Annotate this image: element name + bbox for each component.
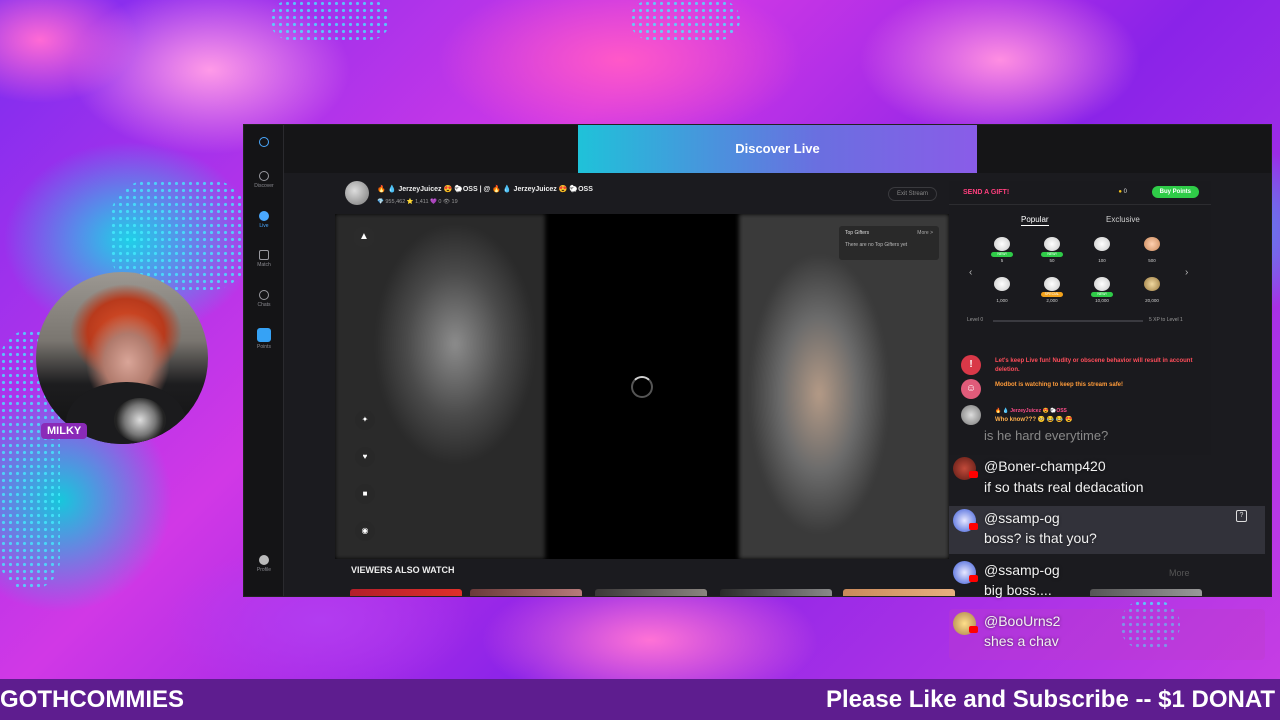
nav-live[interactable]: Live — [244, 211, 284, 229]
nav-points[interactable]: Points — [244, 328, 284, 350]
chat-message: @BooUrns2 shes a chav — [949, 609, 1265, 660]
coin-balance: ● 0 — [1118, 189, 1127, 195]
webcam-feed — [36, 272, 208, 444]
gift-icon — [1144, 237, 1160, 251]
chat-message: @Boner-champ420 if so thats real dedacat… — [949, 454, 1265, 504]
youtube-icon — [969, 523, 978, 530]
points-icon — [257, 328, 271, 342]
youtube-icon — [969, 626, 978, 633]
gift-icon — [1094, 237, 1110, 251]
streamer-name[interactable]: 🔥 💧 JerzeyJuicez 😍 🐑OSS | @ 🔥 💧 JerzeyJu… — [377, 185, 593, 193]
stream-header: 🔥 💧 JerzeyJuicez 😍 🐑OSS | @ 🔥 💧 JerzeyJu… — [335, 177, 949, 213]
stream-thumbnail[interactable] — [470, 589, 582, 596]
report-warning-icon[interactable]: ▲ — [353, 226, 375, 248]
bottom-ticker: GOTHCOMMIES Please Like and Subscribe --… — [0, 679, 1280, 720]
gift-icon — [994, 277, 1010, 291]
coin-icon: ● — [1118, 189, 1122, 195]
gift-item[interactable]: NEW! 50 — [1037, 237, 1067, 271]
stream-thumbnail[interactable] — [350, 589, 462, 596]
top-gifters-empty: There are no Top Gifters yet — [845, 242, 908, 248]
gift-icon — [1044, 277, 1060, 291]
level-left-label: Level 0 — [967, 317, 984, 323]
top-gifters-more-link[interactable]: More > — [917, 230, 933, 236]
gift-panel-header: SEND A GIFT! ● 0 Buy Points — [949, 181, 1211, 205]
cards-icon — [259, 250, 269, 260]
viewers-also-watch-heading: VIEWERS ALSO WATCH — [351, 565, 455, 575]
blurred-video-left — [335, 214, 545, 559]
nav-discover[interactable]: Discover — [244, 171, 284, 189]
report-icon[interactable]: ? — [1236, 510, 1247, 522]
gift-item[interactable]: 20,000 — [1137, 277, 1167, 311]
tab-exclusive[interactable]: Exclusive — [1106, 215, 1140, 224]
gift-icon — [1094, 277, 1110, 291]
chat-message: @ssamp-og big boss.... — [949, 558, 1265, 606]
webcam-name-label: MILKY — [41, 423, 88, 439]
gift-item[interactable]: 1,000 — [987, 277, 1017, 311]
youtube-icon — [969, 471, 978, 478]
nav-profile[interactable]: Profile — [244, 555, 284, 573]
app-logo-icon[interactable] — [244, 137, 284, 149]
gift-icon — [1144, 277, 1160, 291]
chat-text: big boss.... — [984, 582, 1052, 598]
xp-icon[interactable]: ✦ — [355, 410, 375, 430]
recommended-streams-row — [350, 589, 1202, 596]
top-gifters-box: Top Gifters More > There are no Top Gift… — [839, 226, 939, 260]
play-icon — [259, 211, 269, 221]
chat-username: @ssamp-og — [984, 510, 1060, 526]
chat-overlay: @Boner-champ420 if so thats real dedacat… — [949, 420, 1265, 660]
chat-username: @BooUrns2 — [984, 613, 1061, 629]
heart-icon[interactable]: ♥ — [355, 447, 375, 467]
tab-popular[interactable]: Popular — [1021, 215, 1049, 226]
gift-item[interactable]: NEW! 5 — [987, 237, 1017, 271]
chat-text: shes a chav — [984, 633, 1059, 649]
chevron-left-icon[interactable]: ‹ — [969, 267, 972, 278]
loading-spinner-icon — [631, 376, 653, 398]
xp-progress: Level 0 5 XP to Level 1 — [967, 317, 1197, 325]
youtube-icon — [969, 575, 978, 582]
chat-username: @ssamp-og — [984, 562, 1060, 578]
gift-item[interactable]: NEW! 10,000 — [1087, 277, 1117, 311]
xp-progress-bar — [993, 320, 1143, 322]
gift-icon — [994, 237, 1010, 251]
gift-item[interactable]: 500 — [1137, 237, 1167, 271]
video-player[interactable]: ▲ ✦ ♥ ■ ◉ Top Gifters More > There are n… — [335, 214, 949, 559]
buy-points-button[interactable]: Buy Points — [1151, 186, 1199, 198]
ticker-text-right: Please Like and Subscribe -- $1 DONAT — [826, 686, 1276, 713]
profile-avatar-icon — [259, 555, 269, 565]
chat-bubble-icon — [259, 290, 269, 300]
gift-grid: NEW! 5 NEW! 50 100 500 1,000 SPECIAL 2,000 … — [987, 237, 1187, 311]
stream-thumbnail[interactable] — [595, 589, 707, 596]
location-icon — [259, 171, 269, 181]
exit-stream-button[interactable]: Exit Stream — [887, 187, 937, 201]
background-dot-pattern — [630, 0, 740, 40]
top-gifters-title: Top Gifters — [845, 230, 870, 236]
warning-icon: ! — [961, 355, 981, 375]
gift-item[interactable]: SPECIAL 2,000 — [1037, 277, 1067, 311]
vip-icon[interactable]: ◉ — [355, 521, 375, 541]
chat-text: boss? is that you? — [984, 530, 1097, 546]
background-dot-pattern — [270, 0, 390, 40]
level-right-label: 5 XP to Level 1 — [1149, 317, 1183, 323]
gift-tabs: Popular Exclusive — [949, 215, 1211, 229]
gift-panel: SEND A GIFT! ● 0 Buy Points Popular Excl… — [949, 181, 1211, 455]
nav-chats[interactable]: Chats — [244, 290, 284, 308]
send-gift-label: SEND A GIFT! — [963, 189, 1010, 196]
modbot-icon: ☺ — [961, 379, 981, 399]
gift-icon — [1044, 237, 1060, 251]
left-nav-rail: Discover Live Match Chats Points Profile — [244, 125, 284, 596]
stream-thumbnail[interactable] — [843, 589, 955, 596]
chat-message: @ssamp-og boss? is that you? ? — [949, 506, 1265, 554]
add-video-icon[interactable]: ■ — [355, 484, 375, 504]
streamer-avatar[interactable] — [345, 181, 369, 205]
blurred-video-right — [739, 214, 949, 559]
stream-thumbnail[interactable] — [720, 589, 832, 596]
chat-username: @Boner-champ420 — [984, 458, 1106, 474]
webcam-shirt-print — [114, 398, 166, 442]
gift-item[interactable]: 100 — [1087, 237, 1117, 271]
chat-text: if so thats real dedacation — [984, 479, 1144, 495]
ticker-text-left: GOTHCOMMIES — [0, 686, 184, 713]
discover-live-banner[interactable]: Discover Live — [578, 125, 977, 173]
stream-stats: 💎 955,462 ⭐ 1,411 💜 0 👁 19 — [377, 199, 458, 205]
nav-match[interactable]: Match — [244, 250, 284, 268]
